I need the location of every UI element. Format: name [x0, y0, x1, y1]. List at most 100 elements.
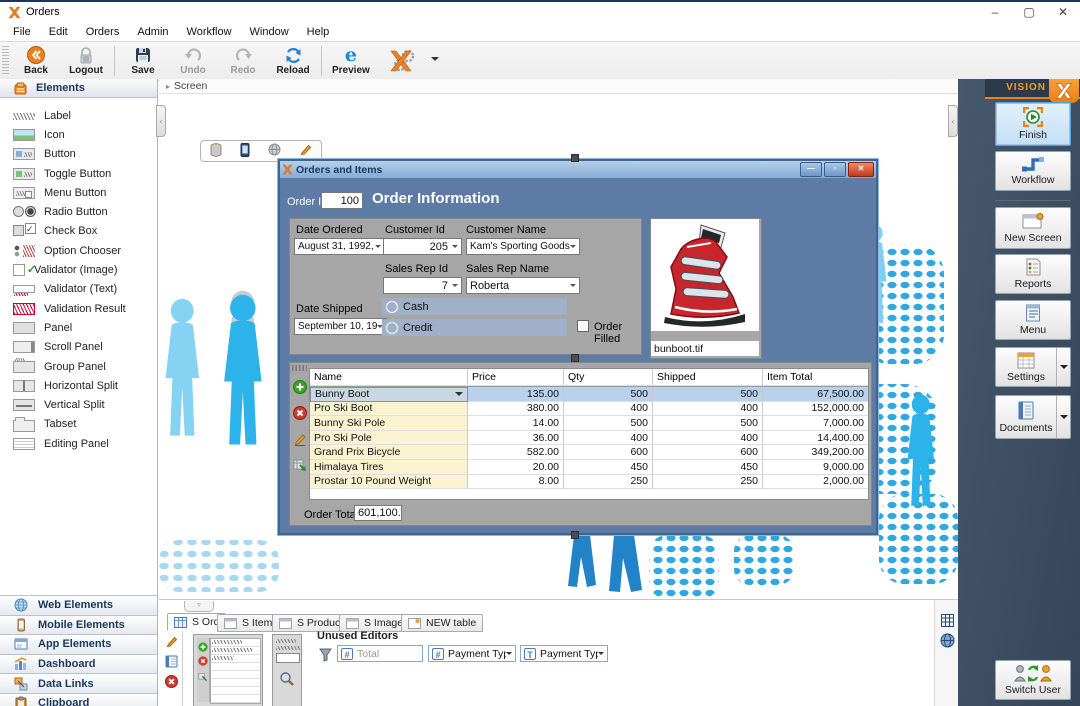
dock-tab-new-table[interactable]: NEW table [401, 614, 483, 632]
sales-rep-name-dropdown[interactable]: Roberta [466, 277, 580, 294]
cell-name[interactable]: Prostar 10 Pound Weight [310, 475, 468, 490]
dock-tab-s-item[interactable]: S Item [217, 614, 279, 632]
cell-name[interactable]: Bunny Ski Pole [310, 416, 468, 431]
customer-name-dropdown[interactable]: Kam's Sporting Goods [466, 238, 580, 255]
date-ordered-dropdown[interactable]: August 31, 1992, 12:00 [294, 238, 385, 255]
editor-payment-type-id-dropdown[interactable]: # Payment Type Id [428, 645, 516, 662]
editor-payment-type-dropdown[interactable]: T Payment Type [520, 645, 608, 662]
menu-admin[interactable]: Admin [128, 26, 177, 38]
cell-shipped[interactable]: 500 [653, 387, 763, 402]
palette-item-editing-panel[interactable]: Editing Panel [0, 434, 157, 453]
database-icon[interactable] [210, 143, 222, 160]
menu-orders[interactable]: Orders [77, 26, 129, 38]
section-data-links[interactable]: Data Links [0, 673, 157, 693]
cell-qty[interactable]: 500 [564, 387, 653, 402]
menu-button[interactable]: Menu [995, 300, 1071, 340]
table-row[interactable]: Bunny Ski Pole 14.00 500 500 7,000.00 [310, 416, 868, 431]
preview-button[interactable]: e Preview [325, 42, 377, 80]
section-web-elements[interactable]: Web Elements [0, 595, 157, 615]
cash-option[interactable]: Cash [382, 298, 567, 315]
cell-name[interactable]: Himalaya Tires [310, 460, 468, 475]
sales-rep-id-dropdown[interactable]: 7 [383, 277, 462, 294]
resize-handle-middle[interactable] [571, 354, 579, 362]
order-total-field[interactable]: 601,100. [354, 505, 402, 521]
delete-row-icon[interactable] [293, 406, 307, 420]
credit-option[interactable]: Credit [382, 319, 567, 336]
palette-item-toggle-button[interactable]: Toggle Button [0, 164, 157, 183]
settings-dropdown-icon[interactable] [1056, 348, 1070, 386]
palette-item-panel[interactable]: Panel [0, 318, 157, 337]
palette-item-vertical-split[interactable]: Vertical Split [0, 395, 157, 414]
globe-preview-icon[interactable] [268, 143, 281, 159]
palette-item-menu-button[interactable]: Menu Button [0, 183, 157, 202]
resize-handle-top[interactable] [571, 154, 579, 162]
add-row-icon[interactable] [293, 380, 307, 394]
section-dashboard[interactable]: Dashboard [0, 654, 157, 674]
new-screen-button[interactable]: New Screen [995, 207, 1071, 249]
date-shipped-dropdown[interactable]: September 10, 1992, 1 [294, 318, 387, 335]
menu-window[interactable]: Window [241, 26, 298, 38]
dock-collapse-handle[interactable]: ▿ [184, 601, 214, 612]
table-row[interactable]: Grand Prix Bicycle 582.00 600 600 349,20… [310, 445, 868, 460]
col-price[interactable]: Price [468, 369, 564, 386]
switch-user-button[interactable]: Switch User [995, 660, 1071, 700]
col-qty[interactable]: Qty [564, 369, 653, 386]
palette-item-scroll-panel[interactable]: Scroll Panel [0, 338, 157, 357]
settings-button[interactable]: Settings [995, 347, 1071, 387]
cell-price[interactable]: 135.00 [468, 387, 564, 402]
col-shipped[interactable]: Shipped [653, 369, 763, 386]
palette-item-validation-result[interactable]: Validation Result [0, 299, 157, 318]
edit-pencil-icon[interactable] [165, 635, 178, 648]
col-name[interactable]: Name [310, 369, 468, 386]
cell-name[interactable]: Grand Prix Bicycle [310, 445, 468, 460]
section-app-elements[interactable]: App Elements [0, 634, 157, 654]
vision-app-button[interactable] [377, 42, 427, 80]
undo-button[interactable]: Undo [168, 42, 218, 80]
titlebar[interactable]: Orders – ▢ ✕ [0, 2, 1080, 23]
dialog-close-button[interactable]: ✕ [848, 162, 874, 177]
palette-item-validator-image[interactable]: Validator (Image) [0, 260, 157, 279]
palette-item-button[interactable]: Button [0, 145, 157, 164]
menu-file[interactable]: File [4, 26, 40, 38]
col-item-total[interactable]: Item Total [763, 369, 868, 386]
palette-item-option-chooser[interactable]: Option Chooser [0, 241, 157, 260]
table-row[interactable]: Pro Ski Boot 380.00 400 400 152,000.00 [310, 402, 868, 417]
dataset-thumbnail-grid[interactable] [193, 634, 263, 706]
screen-tab[interactable]: ▸ Screen [159, 79, 958, 94]
palette-item-horizontal-split[interactable]: Horizontal Split [0, 376, 157, 395]
table-row[interactable]: Himalaya Tires 20.00 450 450 9,000.00 [310, 460, 868, 475]
globe-view-icon[interactable] [940, 633, 955, 648]
order-id-field[interactable]: 100 [321, 192, 363, 209]
palette-item-radio-button[interactable]: Radio Button [0, 202, 157, 221]
order-filled-checkbox[interactable] [577, 320, 589, 332]
customer-id-dropdown[interactable]: 205 [383, 238, 462, 255]
palette-item-group-panel[interactable]: Group Panel [0, 357, 157, 376]
import-rows-icon[interactable] [293, 458, 307, 472]
palette-item-check-box[interactable]: Check Box [0, 222, 157, 241]
reload-button[interactable]: Reload [268, 42, 318, 80]
table-row[interactable]: Bunny Boot 135.00 500 500 67,500.00 [310, 387, 868, 402]
grid-view-icon[interactable] [941, 614, 954, 627]
minimize-button[interactable]: – [978, 2, 1012, 22]
palette-item-icon[interactable]: Icon [0, 125, 157, 144]
back-button[interactable]: Back [11, 42, 61, 80]
documents-button[interactable]: Documents [995, 395, 1071, 439]
edit-row-icon[interactable] [293, 432, 307, 446]
maximize-button[interactable]: ▢ [1012, 2, 1046, 22]
section-clipboard[interactable]: Clipboard [0, 693, 157, 706]
workflow-button[interactable]: Workflow [995, 151, 1071, 191]
vision-logo-tab[interactable] [1049, 79, 1079, 103]
editor-total-field[interactable]: # Total [337, 645, 423, 662]
cell-item-total[interactable]: 67,500.00 [763, 387, 868, 402]
toolbar-overflow-icon[interactable] [431, 57, 439, 65]
finish-button[interactable]: Finish [995, 102, 1071, 146]
menu-workflow[interactable]: Workflow [178, 26, 241, 38]
palette-header[interactable]: Elements [0, 79, 157, 98]
dialog-minimize-button[interactable]: — [800, 162, 822, 177]
reports-button[interactable]: Reports [995, 254, 1071, 294]
table-row[interactable]: Prostar 10 Pound Weight 8.00 250 250 2,0… [310, 475, 868, 490]
credit-radio-icon[interactable] [386, 322, 398, 334]
edit-pencil-icon[interactable] [299, 143, 312, 159]
menu-help[interactable]: Help [298, 26, 339, 38]
toolbar-grip[interactable] [2, 46, 9, 76]
